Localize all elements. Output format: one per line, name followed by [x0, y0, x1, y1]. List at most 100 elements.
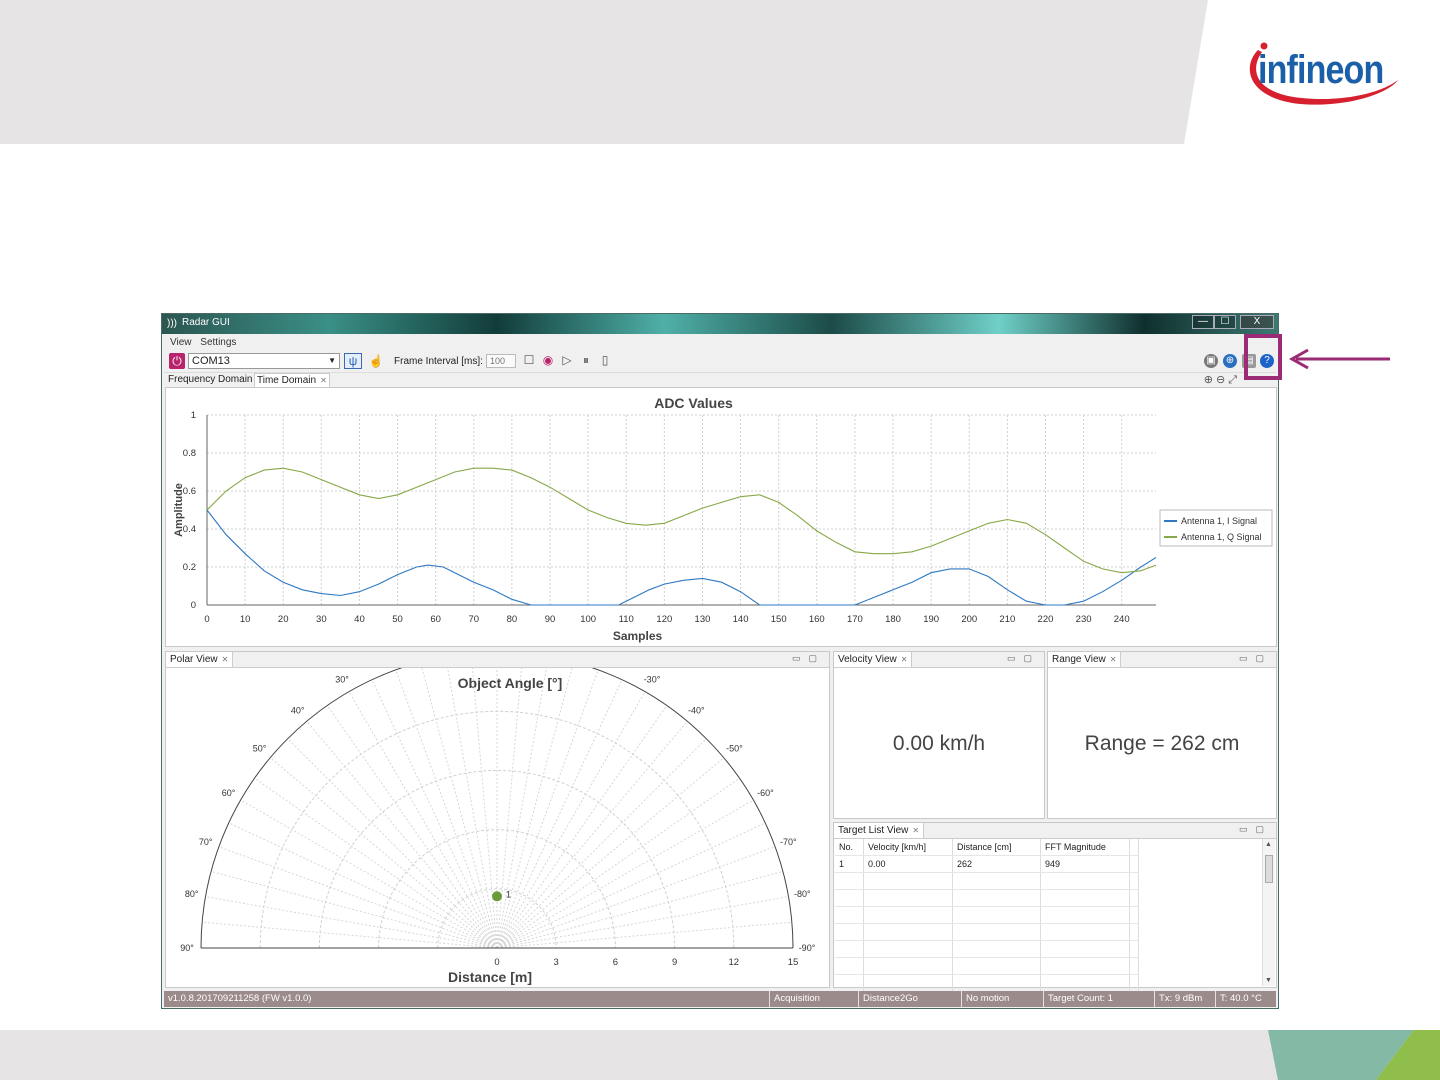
table-row[interactable]: 1 0.00 262 949	[835, 855, 1139, 873]
scroll-thumb[interactable]	[1265, 855, 1273, 883]
window-titlebar[interactable]: ))) Radar GUI — ☐ X	[162, 314, 1278, 334]
panel-window-controls[interactable]: ▭▢	[792, 653, 825, 664]
velocity-view-tab[interactable]: Velocity View ✕	[834, 652, 913, 668]
y-tick-label: 0.2	[183, 562, 196, 573]
x-tick-label: 90	[545, 614, 556, 625]
col-velocity[interactable]: Velocity [km/h]	[863, 839, 953, 856]
x-tick-label: 100	[580, 614, 596, 625]
slide-footer	[0, 1030, 1440, 1080]
status-bar: v1.0.8.201709211258 (FW v1.0.0) Acquisit…	[164, 991, 1276, 1007]
angle-tick-label: 90°	[180, 943, 194, 953]
cell-fft-magnitude: 949	[1040, 855, 1130, 873]
status-motion: No motion	[961, 991, 1009, 1007]
y-tick-label: 1	[191, 410, 196, 421]
domain-tabbar: Frequency Domain Time Domain ✕ ⊕⊖⤢	[164, 373, 1276, 387]
y-tick-label: 0	[191, 600, 196, 611]
scroll-up-icon[interactable]: ▲	[1265, 841, 1272, 848]
close-icon[interactable]: ✕	[1110, 655, 1117, 664]
status-version: v1.0.8.201709211258 (FW v1.0.0)	[168, 993, 312, 1004]
x-tick-label: 10	[240, 614, 251, 625]
range-view-tab[interactable]: Range View ✕	[1048, 652, 1122, 668]
angle-spoke	[496, 668, 547, 949]
angle-tick-label: 30°	[335, 675, 349, 685]
zoom-in-icon[interactable]: ⊕	[1204, 374, 1216, 386]
angle-spoke	[496, 668, 522, 949]
angle-tick-label: -30°	[644, 675, 661, 685]
hand-icon[interactable]: ☝	[368, 353, 384, 369]
tab-frequency-domain[interactable]: Frequency Domain	[166, 373, 254, 387]
close-icon[interactable]: ✕	[320, 376, 327, 385]
radial-tick-label: 9	[672, 957, 677, 968]
port-select[interactable]: COM13 ▼	[188, 353, 340, 369]
x-tick-label: 20	[278, 614, 289, 625]
polar-view-tab[interactable]: Polar View ✕	[166, 652, 234, 668]
stop-icon[interactable]: ☐	[522, 353, 536, 368]
menu-view[interactable]: View	[170, 335, 192, 350]
status-device: Distance2Go	[858, 991, 918, 1007]
y-axis-label: Amplitude	[173, 483, 185, 537]
close-icon[interactable]: ✕	[912, 826, 919, 835]
usb-icon[interactable]: ψ	[344, 353, 362, 369]
radial-tick-label: 6	[613, 957, 618, 968]
panel-window-controls[interactable]: ▭▢	[1007, 653, 1040, 664]
chip-icon[interactable]: ▣	[1204, 354, 1218, 368]
x-tick-label: 220	[1038, 614, 1054, 625]
tab-time-domain[interactable]: Time Domain ✕	[254, 373, 330, 387]
panel-window-controls[interactable]: ▭▢	[1239, 653, 1272, 664]
window-title: Radar GUI	[182, 317, 230, 328]
angle-tick-label: -60°	[757, 788, 774, 798]
target-point	[492, 891, 502, 902]
vertical-scrollbar[interactable]: ▲ ▼	[1262, 839, 1275, 986]
power-icon[interactable]: ⏻	[169, 353, 185, 369]
x-tick-label: 30	[316, 614, 327, 625]
record-icon[interactable]: ◉	[541, 353, 555, 368]
x-axis-label: Samples	[613, 629, 663, 643]
angle-spoke	[228, 822, 498, 949]
col-no[interactable]: No.	[835, 839, 864, 856]
table-row	[835, 906, 1139, 924]
infineon-logo: infineon	[1240, 36, 1400, 108]
x-tick-label: 0	[204, 614, 209, 625]
maximize-button[interactable]: ☐	[1214, 315, 1236, 329]
panel-window-controls[interactable]: ▭▢	[1239, 824, 1272, 835]
x-tick-label: 130	[695, 614, 711, 625]
x-tick-label: 240	[1114, 614, 1130, 625]
col-distance[interactable]: Distance [cm]	[952, 839, 1041, 856]
x-tick-label: 140	[733, 614, 749, 625]
angle-tick-label: -50°	[726, 744, 743, 754]
pause-icon[interactable]: ⏸	[579, 353, 593, 368]
play-icon[interactable]: ▷	[560, 353, 574, 368]
angle-tick-label: 60°	[222, 788, 236, 798]
close-icon[interactable]: ✕	[901, 655, 908, 664]
status-acquisition: Acquisition	[769, 991, 820, 1007]
menubar: View Settings	[164, 335, 1276, 350]
scroll-down-icon[interactable]: ▼	[1265, 977, 1272, 984]
velocity-readout: 0.00 km/h	[892, 732, 986, 755]
cell-no: 1	[835, 855, 864, 873]
minimize-button[interactable]: —	[1192, 315, 1214, 329]
x-tick-label: 150	[771, 614, 787, 625]
angle-tick-label: 70°	[199, 837, 213, 847]
radial-tick-label: 3	[554, 957, 559, 968]
x-tick-label: 180	[885, 614, 901, 625]
close-icon[interactable]: ✕	[222, 655, 229, 664]
table-row	[835, 889, 1139, 907]
target-list-tab[interactable]: Target List View ✕	[834, 823, 925, 839]
fit-icon[interactable]: ⤢	[1228, 374, 1240, 386]
frame-interval-input[interactable]: 100	[486, 354, 516, 368]
close-button[interactable]: X	[1240, 315, 1274, 329]
globe-icon[interactable]: ⊕	[1223, 354, 1237, 368]
square-icon[interactable]: ▯	[598, 353, 612, 368]
polar-x-axis-label: Distance [m]	[448, 969, 532, 985]
col-fft-magnitude[interactable]: FFT Magnitude	[1040, 839, 1130, 856]
range-view-panel: Range View ✕ ▭▢ Range = 262 cm	[1047, 651, 1277, 819]
zoom-out-icon[interactable]: ⊖	[1216, 374, 1228, 386]
angle-tick-label: 50°	[253, 744, 267, 754]
zoom-controls: ⊕⊖⤢	[1204, 373, 1240, 387]
series-line-2	[206, 467, 1157, 574]
menu-settings[interactable]: Settings	[200, 335, 236, 350]
angle-tick-label: 80°	[185, 889, 199, 899]
slide-header	[0, 0, 1208, 144]
x-tick-label: 80	[507, 614, 518, 625]
logo-text: infineon	[1258, 48, 1384, 92]
